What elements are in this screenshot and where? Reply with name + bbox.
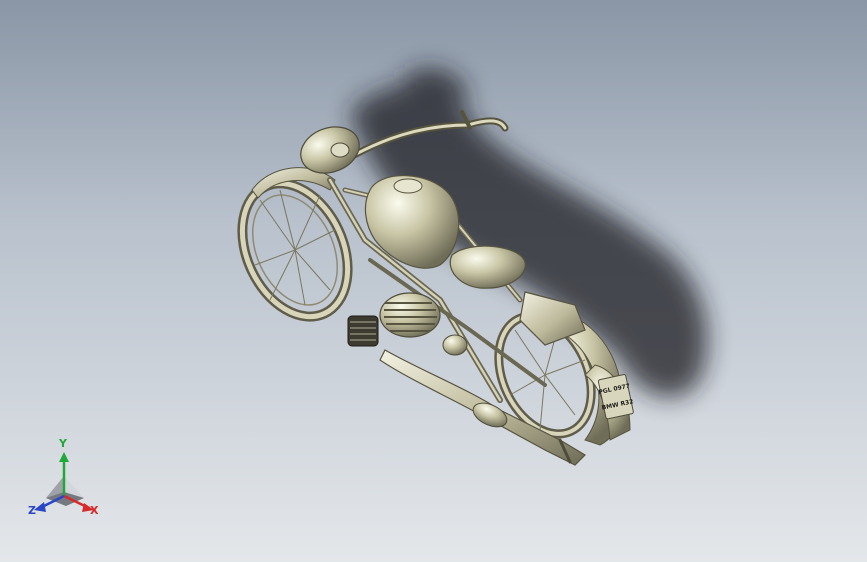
graphics-viewport[interactable]: PGL 0977 BMW R32 Y X Z: [0, 0, 867, 562]
seat[interactable]: [449, 245, 526, 289]
triad-z-label: Z: [28, 504, 36, 517]
triad-x-label: X: [90, 504, 99, 517]
motorcycle-model[interactable]: PGL 0977 BMW R32: [0, 0, 867, 562]
triad-y-label: Y: [59, 437, 67, 450]
view-orientation-triad[interactable]: Y X Z: [26, 438, 106, 526]
engine[interactable]: [347, 292, 468, 356]
